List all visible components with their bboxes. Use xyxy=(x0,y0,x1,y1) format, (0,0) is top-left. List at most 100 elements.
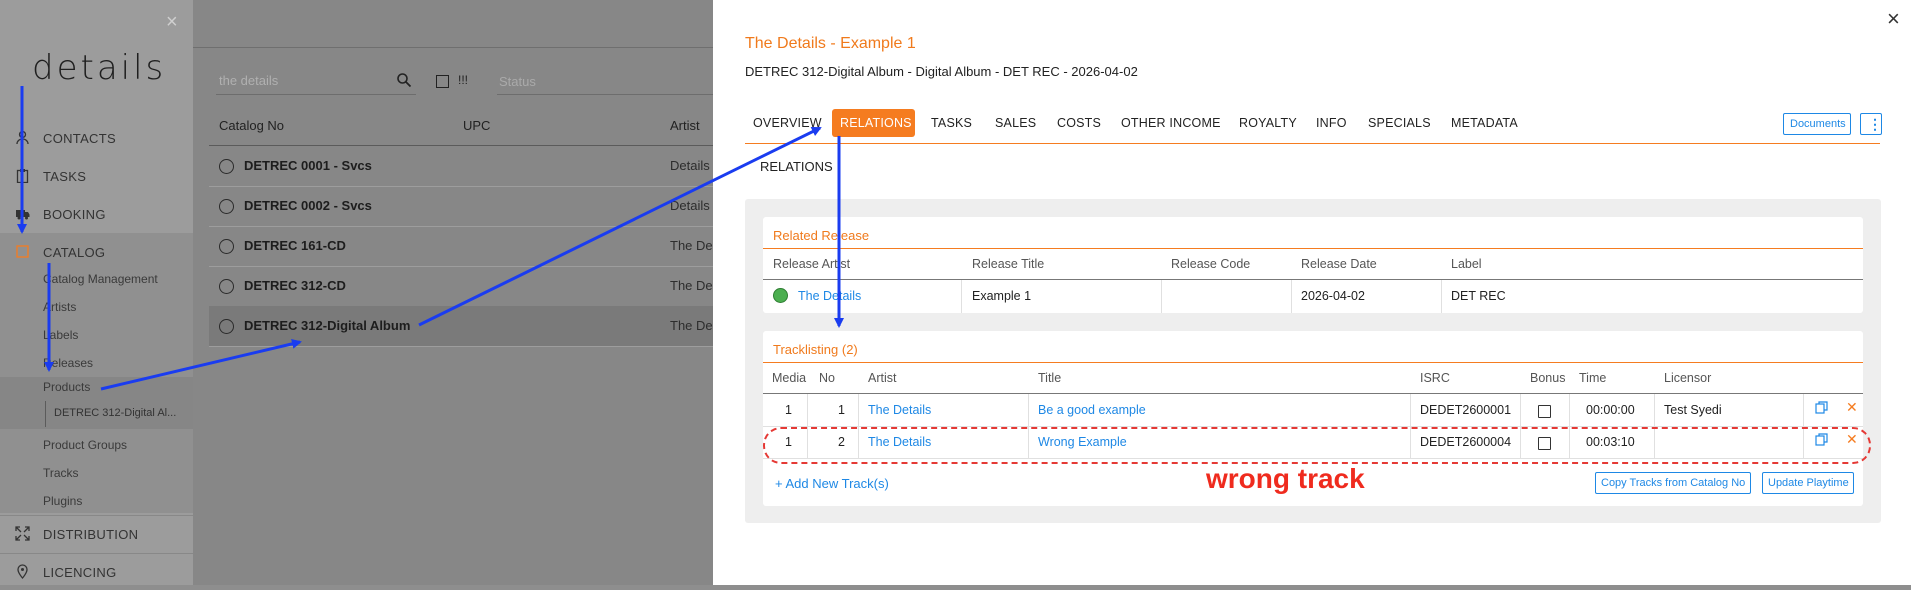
status-underline xyxy=(497,94,717,95)
col-no: No xyxy=(819,371,835,385)
track-media: 1 xyxy=(785,403,792,417)
cell-divider xyxy=(961,280,962,313)
tab-relations[interactable]: RELATIONS xyxy=(832,109,915,137)
truck-icon xyxy=(15,206,30,221)
tab-info[interactable]: INFO xyxy=(1308,109,1350,137)
row-radio[interactable] xyxy=(219,279,234,294)
tab-metadata[interactable]: METADATA xyxy=(1443,109,1527,137)
tab-royalty[interactable]: ROYALTY xyxy=(1231,109,1303,137)
box-icon xyxy=(15,244,30,259)
table-row[interactable]: DETREC 312-CD The De xyxy=(209,266,713,307)
expand-icon xyxy=(15,526,30,541)
person-icon xyxy=(15,130,30,145)
nav-distribution[interactable]: DISTRIBUTION xyxy=(0,516,193,552)
nav-label: LICENCING xyxy=(43,565,117,580)
more-menu-button[interactable]: ⋮ xyxy=(1860,113,1882,135)
table-row-selected[interactable]: DETREC 312-Digital Album The De xyxy=(209,306,713,347)
card-title: Related Release xyxy=(773,228,870,243)
flag-checkbox[interactable] xyxy=(436,75,449,88)
track-title-link[interactable]: Be a good example xyxy=(1038,403,1146,417)
tab-sales[interactable]: SALES xyxy=(987,109,1043,137)
sub-tracks[interactable]: Tracks xyxy=(43,466,79,480)
nav-contacts[interactable]: CONTACTS xyxy=(0,120,193,156)
row-radio[interactable] xyxy=(219,199,234,214)
annotation-highlight xyxy=(763,427,1871,464)
release-label: DET REC xyxy=(1451,289,1506,303)
col-title: Title xyxy=(1038,371,1062,385)
tab-other-income[interactable]: OTHER INCOME xyxy=(1113,109,1225,137)
row-catalog-no: DETREC 161-CD xyxy=(244,238,346,253)
nav-label: DISTRIBUTION xyxy=(43,527,139,542)
row-radio[interactable] xyxy=(219,239,234,254)
tab-tasks[interactable]: TASKS xyxy=(923,109,979,137)
clipboard-icon xyxy=(15,168,30,184)
copy-tracks-button[interactable]: Copy Tracks from Catalog No xyxy=(1595,472,1751,494)
update-playtime-button[interactable]: Update Playtime xyxy=(1762,472,1854,494)
table-row[interactable]: DETREC 0002 - Svcs Details xyxy=(209,186,713,227)
flag-label: !!! xyxy=(458,73,469,87)
drawer-close-icon[interactable]: × xyxy=(1887,6,1900,32)
section-label: RELATIONS xyxy=(760,159,833,174)
row-catalog-no: DETREC 0001 - Svcs xyxy=(244,158,372,173)
track-time: 00:00:00 xyxy=(1586,403,1635,417)
row-radio[interactable] xyxy=(219,319,234,334)
release-artist-link[interactable]: The Details xyxy=(798,289,861,303)
header-divider xyxy=(763,393,1863,394)
bonus-checkbox[interactable] xyxy=(1538,405,1551,418)
col-release-title: Release Title xyxy=(972,257,1045,271)
table-row[interactable]: DETREC 0001 - Svcs Details xyxy=(209,146,713,187)
col-label: Label xyxy=(1451,257,1482,271)
sidebar-close-icon[interactable]: × xyxy=(166,12,178,32)
col-release-code: Release Code xyxy=(1171,257,1251,271)
sub-product-current[interactable]: DETREC 312-Digital Al... xyxy=(45,401,186,427)
location-icon xyxy=(15,564,30,579)
tab-costs[interactable]: COSTS xyxy=(1049,109,1107,137)
nav-tasks[interactable]: TASKS xyxy=(0,158,193,194)
col-upc[interactable]: UPC xyxy=(463,118,490,133)
sub-catalog-management[interactable]: Catalog Management xyxy=(43,272,158,286)
status-green-icon xyxy=(773,288,788,303)
col-artist[interactable]: Artist xyxy=(670,118,700,133)
sub-products[interactable]: Products xyxy=(43,380,90,394)
sub-labels[interactable]: Labels xyxy=(43,328,78,342)
card-title: Tracklisting (2) xyxy=(773,342,858,357)
row-catalog-no: DETREC 0002 - Svcs xyxy=(244,198,372,213)
search-icon[interactable] xyxy=(396,72,412,92)
annotation-label: wrong track xyxy=(1206,463,1365,494)
nav-catalog[interactable]: CATALOG xyxy=(0,234,193,270)
toolbar-divider xyxy=(193,47,713,48)
tabs-underline xyxy=(745,143,1880,144)
col-time: Time xyxy=(1579,371,1607,385)
copy-icon[interactable] xyxy=(1815,401,1828,417)
nav-label: TASKS xyxy=(43,169,87,184)
track-licensor: Test Syedi xyxy=(1664,403,1722,417)
col-catalog-no[interactable]: Catalog No xyxy=(219,118,284,133)
sub-artists[interactable]: Artists xyxy=(43,300,76,314)
track-artist-link[interactable]: The Details xyxy=(868,403,931,417)
row-catalog-no: DETREC 312-Digital Album xyxy=(244,318,411,333)
row-artist: The De xyxy=(670,238,713,253)
col-bonus: Bonus xyxy=(1530,371,1566,385)
card-underline xyxy=(763,248,1863,249)
cell-divider xyxy=(1441,280,1442,313)
add-track-link[interactable]: + Add New Track(s) xyxy=(775,476,889,491)
nav-booking[interactable]: BOOKING xyxy=(0,196,193,232)
delete-icon[interactable]: ✕ xyxy=(1846,399,1858,416)
table-row[interactable]: DETREC 161-CD The De xyxy=(209,226,713,267)
sub-product-groups[interactable]: Product Groups xyxy=(43,438,127,452)
sub-plugins[interactable]: Plugins xyxy=(43,494,82,508)
search-underline xyxy=(216,94,416,95)
release-title: Example 1 xyxy=(972,289,1032,303)
tab-specials[interactable]: SPECIALS xyxy=(1360,109,1438,137)
tab-overview[interactable]: OVERVIEW xyxy=(745,109,823,137)
row-artist: The De xyxy=(670,318,713,333)
status-filter[interactable]: Status xyxy=(499,74,536,89)
card-underline xyxy=(763,362,1863,363)
sub-releases[interactable]: Releases xyxy=(43,356,93,370)
drawer-subtitle: DETREC 312-Digital Album - Digital Album… xyxy=(745,64,1138,79)
documents-button[interactable]: Documents xyxy=(1783,113,1851,135)
row-radio[interactable] xyxy=(219,159,234,174)
row-artist: Details xyxy=(670,158,710,173)
nav-label: BOOKING xyxy=(43,207,106,222)
search-input[interactable]: the details xyxy=(219,73,278,88)
